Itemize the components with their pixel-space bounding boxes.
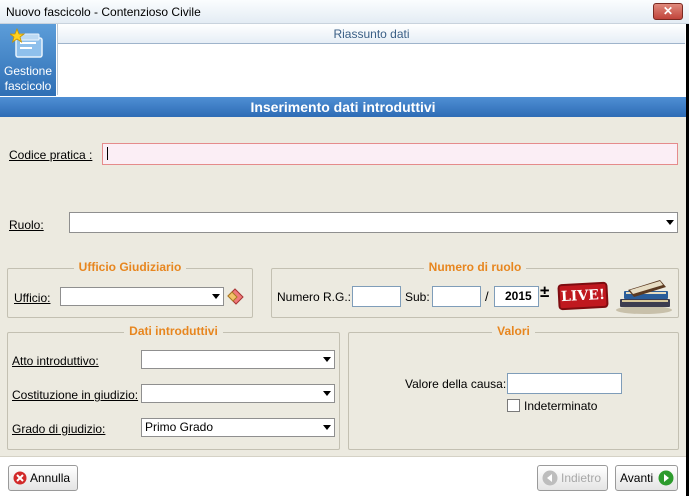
ufficio-group-title: Ufficio Giudiziario <box>73 260 187 274</box>
slash-separator: / <box>485 289 489 304</box>
indeterminato-label: Indeterminato <box>524 399 598 413</box>
window-title: Nuovo fascicolo - Contenzioso Civile <box>6 5 201 19</box>
indietro-button[interactable]: Indietro <box>537 465 608 491</box>
cancel-icon <box>13 471 27 485</box>
annulla-button[interactable]: Annulla <box>8 465 78 491</box>
books-icon[interactable] <box>614 277 674 315</box>
sub-input[interactable] <box>432 286 481 307</box>
summary-header: Riassunto dati <box>58 24 685 44</box>
summary-panel: Riassunto dati <box>57 24 685 95</box>
live-logo[interactable]: LIVE! <box>557 281 609 311</box>
chevron-down-icon <box>212 294 220 299</box>
back-arrow-icon <box>542 470 558 486</box>
atto-introduttivo-select[interactable] <box>141 350 335 369</box>
numero-group-title: Numero di ruolo <box>423 260 527 274</box>
close-icon: ✕ <box>662 4 674 18</box>
dati-group-title: Dati introduttivi <box>124 324 223 338</box>
chevron-down-icon <box>323 391 331 396</box>
grado-label: Grado di giudizio: <box>12 422 106 436</box>
ufficio-giudiziario-group: Ufficio Giudiziario Ufficio: <box>7 260 253 318</box>
forward-arrow-icon <box>658 470 674 486</box>
valore-causa-input[interactable] <box>507 373 622 394</box>
chevron-down-icon <box>666 220 674 225</box>
ruolo-select[interactable] <box>69 212 678 233</box>
codice-pratica-label: Codice pratica : <box>9 148 93 162</box>
grado-select[interactable]: Primo Grado <box>141 418 335 437</box>
sub-label: Sub: <box>405 290 430 304</box>
numero-rg-input[interactable] <box>352 286 401 307</box>
form-panel: Codice pratica : Ruolo: Ufficio Giudizia… <box>0 117 686 456</box>
costituzione-label: Costituzione in giudizio: <box>12 388 139 402</box>
section-title: Inserimento dati introduttivi <box>0 97 686 117</box>
eraser-icon[interactable] <box>226 287 246 305</box>
chevron-down-icon <box>323 425 331 430</box>
codice-pratica-input[interactable] <box>102 143 678 165</box>
atto-introduttivo-label: Atto introduttivo: <box>12 354 99 368</box>
year-stepper[interactable]: ± <box>540 282 549 302</box>
indeterminato-checkbox[interactable] <box>507 399 520 412</box>
close-button[interactable]: ✕ <box>653 3 683 20</box>
ruolo-label: Ruolo: <box>9 218 44 232</box>
footer-bar: Annulla Indietro Avanti <box>0 456 686 496</box>
nav-tile-label: Gestione fascicolo <box>3 64 53 93</box>
valori-group-title: Valori <box>492 324 535 338</box>
folder-star-icon <box>10 28 43 58</box>
nav-tile-gestione-fascicolo[interactable]: Gestione fascicolo <box>0 24 56 96</box>
ufficio-label: Ufficio: <box>14 291 51 305</box>
ufficio-select[interactable] <box>60 287 224 306</box>
costituzione-select[interactable] <box>141 384 335 403</box>
valore-causa-label: Valore della causa: <box>405 377 507 391</box>
year-input[interactable]: 2015 <box>494 286 539 307</box>
avanti-button[interactable]: Avanti <box>615 465 678 491</box>
text-cursor <box>107 147 108 161</box>
numero-rg-label: Numero R.G.: <box>277 290 352 304</box>
chevron-down-icon <box>323 357 331 362</box>
window-titlebar: Nuovo fascicolo - Contenzioso Civile ✕ <box>0 0 689 24</box>
